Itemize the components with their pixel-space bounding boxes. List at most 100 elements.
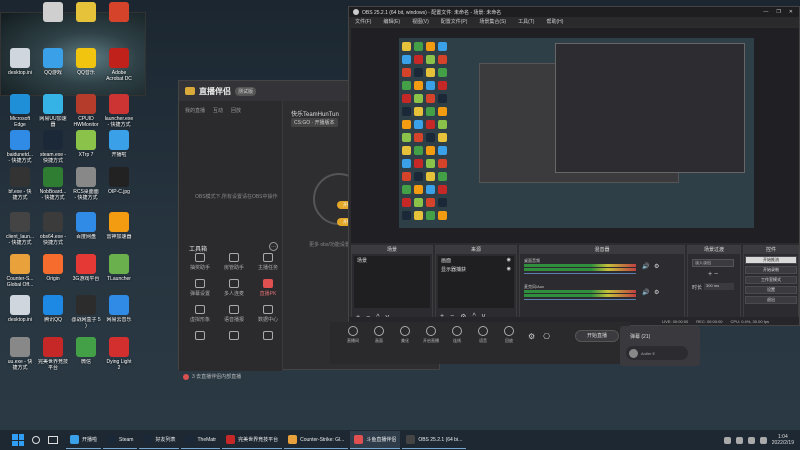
desktop-icon[interactable]: baidunetd... - 快捷方式 <box>3 130 37 168</box>
tab-my-live[interactable]: 我的直播 <box>185 107 205 114</box>
desktop-icon[interactable] <box>36 2 70 40</box>
visibility-icon[interactable]: ◉ <box>507 266 511 273</box>
taskbar-item[interactable]: Steam <box>103 431 138 449</box>
assistant-bottom-button[interactable]: 开启直播 <box>418 326 444 344</box>
gear-icon[interactable]: ⚙ <box>654 289 659 296</box>
volume-icon[interactable] <box>759 436 767 444</box>
settings-icon[interactable]: ⚙ <box>528 332 535 341</box>
desktop-icon[interactable]: NobBoard... - 快捷方式 <box>36 167 70 205</box>
gear-icon[interactable]: ⚙ <box>654 263 659 270</box>
assistant-bottom-button[interactable]: 直播间 <box>340 326 366 344</box>
assistant-bottom-button[interactable]: 回放 <box>496 326 522 344</box>
obs-preview-area[interactable] <box>351 28 799 243</box>
desktop-icon[interactable]: RCS桌面面 - 快捷方式 <box>69 167 103 205</box>
start-recording-button[interactable]: 开始录制 <box>745 266 797 274</box>
game-category-tag[interactable]: CS:GO · 开播版本 <box>291 118 338 127</box>
minimize-icon[interactable]: — <box>763 9 768 15</box>
desktop-icon[interactable]: Adobe Acrobat DC <box>102 48 136 86</box>
comment-user-chip[interactable]: Antler E <box>626 346 688 360</box>
menu-profile[interactable]: 配置文件(P) <box>441 18 468 25</box>
desktop-icon[interactable]: uu.exe - 快 捷方式 <box>3 337 37 375</box>
taskbar-item[interactable]: 好友列表 <box>139 431 180 449</box>
desktop-icon[interactable]: client_laun... - 快捷方式 <box>3 212 37 250</box>
desktop-icon[interactable]: QQ游戏 <box>36 48 70 86</box>
menu-tools[interactable]: 工具(T) <box>518 18 534 25</box>
internal-live-notice[interactable]: 3 去直播伴侣内部直播 <box>183 373 241 380</box>
more-tools-icon[interactable]: … <box>269 242 278 251</box>
maximize-icon[interactable]: ❐ <box>776 9 780 15</box>
toolbox-item[interactable]: 数据中心 <box>253 305 283 327</box>
assistant-bottom-button[interactable]: 画面 <box>366 326 392 344</box>
toolbox-item[interactable]: 房管助手 <box>219 253 249 275</box>
toolbox-item[interactable] <box>219 331 249 353</box>
desktop-icon[interactable]: desktop.ini <box>3 48 37 86</box>
transition-select[interactable]: 淡入淡出 <box>692 259 734 267</box>
visibility-icon[interactable]: ◉ <box>507 257 511 264</box>
desktop-icon[interactable]: TLauncher <box>102 254 136 292</box>
toolbox-item[interactable] <box>253 331 283 353</box>
desktop-icon[interactable]: obs64.exe - 快捷方式 <box>36 212 70 250</box>
taskbar-clock[interactable]: 1:04 2022/2/19 <box>772 434 794 446</box>
taskbar-item[interactable]: 开播啦 <box>66 431 102 449</box>
desktop-icon[interactable]: OIP-C.jpg <box>102 167 136 205</box>
assistant-bottom-button[interactable]: 美化 <box>392 326 418 344</box>
speaker-icon[interactable]: 🔊 <box>642 289 649 296</box>
studio-mode-button[interactable]: 工作室模式 <box>745 276 797 284</box>
desktop-icon[interactable] <box>102 2 136 40</box>
assistant-bottom-button[interactable]: 语音 <box>470 326 496 344</box>
start-live-button[interactable]: 开始直播 <box>575 330 619 342</box>
taskbar-item[interactable]: 斗鱼直播伴侣 <box>350 431 401 449</box>
desktop-icon[interactable]: @战网盒子 5 ) <box>69 295 103 333</box>
start-menu-icon[interactable] <box>12 434 24 446</box>
duration-input[interactable]: 300 ms <box>704 283 734 290</box>
toolbox-item[interactable]: 弹幕设置 <box>185 279 215 301</box>
desktop-icon[interactable] <box>69 2 103 40</box>
toolbox-item[interactable]: 多人连麦 <box>219 279 249 301</box>
assistant-bottom-button[interactable]: 连线 <box>444 326 470 344</box>
desktop-icon[interactable]: 百度网盘 <box>69 212 103 250</box>
close-icon[interactable]: ✕ <box>789 9 793 15</box>
settings-button[interactable]: 设置 <box>745 286 797 294</box>
tab-replay[interactable]: 回放 <box>231 107 241 114</box>
desktop-icon[interactable]: Counter-S... Global Off... <box>3 254 37 292</box>
source-item[interactable]: 显示器捕获 ◉ <box>438 265 514 274</box>
taskbar-item[interactable]: 完美世界竞技平台 <box>222 431 283 449</box>
desktop-icon[interactable]: Microsoft Edge <box>3 94 37 132</box>
tab-interact[interactable]: 互动 <box>213 107 223 114</box>
desktop-icon[interactable]: 网易云音乐 <box>102 295 136 333</box>
toolbox-item[interactable]: 主播任务 <box>253 253 283 275</box>
source-item[interactable]: 画面 ◉ <box>438 256 514 265</box>
desktop-icon[interactable]: Dying Light 2 <box>102 337 136 375</box>
desktop-icon[interactable]: steam.exe - 快捷方式 <box>36 130 70 168</box>
taskbar-item[interactable]: TheMatr <box>181 431 221 449</box>
task-view-icon[interactable] <box>48 436 58 444</box>
taskbar-item[interactable]: OBS 25.2.1 (64 bi... <box>402 431 467 449</box>
volume-fader[interactable] <box>524 299 636 300</box>
desktop-icon[interactable]: 开播啦 <box>102 130 136 168</box>
toolbox-item[interactable]: 虚拟形象 <box>185 305 215 327</box>
desktop-icon[interactable]: Origin <box>36 254 70 292</box>
desktop-icon[interactable]: 完美世界竞技 平台 <box>36 337 70 375</box>
desktop-icon[interactable]: XTrp 7 <box>69 130 103 168</box>
speaker-icon[interactable]: 🔊 <box>642 263 649 270</box>
desktop-icon[interactable]: CPUID HWMonitor <box>69 94 103 132</box>
menu-edit[interactable]: 编辑(E) <box>383 18 400 25</box>
scene-item[interactable]: 场景 <box>354 256 430 265</box>
start-streaming-button[interactable]: 开始推流 <box>745 256 797 264</box>
desktop-icon[interactable]: 3G游戏平台 <box>69 254 103 292</box>
menu-file[interactable]: 文件(F) <box>355 18 371 25</box>
desktop-icon[interactable]: bf.exe - 快 捷方式 <box>3 167 37 205</box>
menu-scene-collection[interactable]: 场景集合(S) <box>479 18 506 25</box>
network-icon[interactable] <box>747 436 755 444</box>
toolbox-item[interactable]: 抽奖助手 <box>185 253 215 275</box>
volume-fader[interactable] <box>524 273 636 274</box>
more-settings-link[interactable]: 更多 obs/功能设置 <box>309 241 350 248</box>
desktop-icon[interactable]: launcher.exe - 快捷方式 <box>102 94 136 132</box>
search-icon[interactable] <box>32 436 40 444</box>
desktop-icon[interactable]: 腾讯QQ <box>36 295 70 333</box>
toolbox-item[interactable]: 直播PK <box>253 279 283 301</box>
tray-app-icon[interactable] <box>735 436 743 444</box>
menu-view[interactable]: 视图(V) <box>412 18 429 25</box>
menu-help[interactable]: 帮助(H) <box>546 18 563 25</box>
toolbox-item[interactable]: 语音播报 <box>219 305 249 327</box>
